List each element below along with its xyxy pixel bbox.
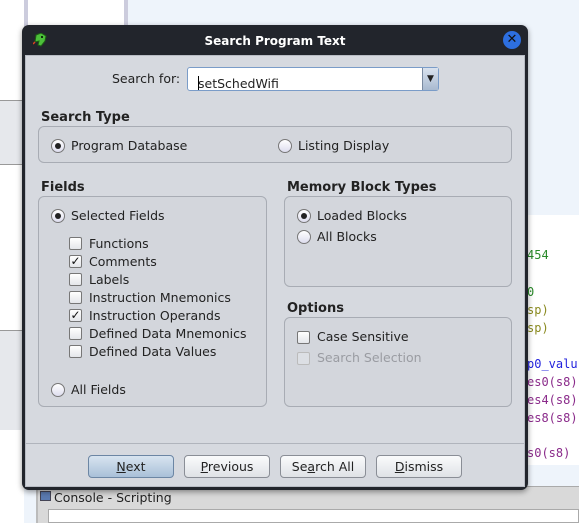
listing-display-radio[interactable] [278,139,292,153]
dropdown-arrow-icon[interactable]: ▼ [422,68,438,90]
case-sensitive-label: Case Sensitive [317,329,409,344]
all-blocks-radio[interactable] [297,230,311,244]
search-selection-label: Search Selection [317,350,422,365]
loaded-blocks-label: Loaded Blocks [317,208,407,223]
dialog-content: Search for: setSchedWifi ▼ Search Type P… [25,55,525,487]
code-line: es8(s8) [527,411,578,425]
all-fields-radio[interactable] [51,383,65,397]
divider [26,443,524,444]
dismiss-button[interactable]: Dismiss [376,455,462,478]
search-all-button[interactable]: Search All [280,455,366,478]
options-group: Case Sensitive Search Selection [284,317,512,407]
search-type-group: Program Database Listing Display [38,126,512,163]
defined-data-mnemonics-checkbox[interactable] [69,327,82,340]
case-sensitive-checkbox[interactable] [297,331,310,344]
console-title: Console - Scripting [54,490,172,505]
program-database-radio[interactable] [51,139,65,153]
defined-data-values-label: Defined Data Values [89,344,217,359]
functions-label: Functions [89,236,149,251]
monitor-icon [40,491,51,501]
search-type-heading: Search Type [41,110,130,125]
instruction-operands-label: Instruction Operands [89,308,221,323]
memory-block-types-group: Loaded Blocks All Blocks [284,196,512,287]
search-for-label: Search for: [112,71,181,86]
all-fields-label: All Fields [71,382,126,397]
code-line: es0(s8) [527,375,578,389]
code-line: es4(s8) [527,393,578,407]
labels-checkbox[interactable] [69,273,82,286]
code-listing: 454 0 sp) sp) p0_valu es0(s8) es4(s8) es… [527,215,579,465]
background-panel [0,330,24,430]
options-heading: Options [287,301,344,316]
instruction-operands-checkbox[interactable]: ✓ [69,309,82,322]
defined-data-mnemonics-label: Defined Data Mnemonics [89,326,247,341]
code-line: 0 [527,285,535,299]
defined-data-values-checkbox[interactable] [69,345,82,358]
program-database-label: Program Database [71,138,188,153]
fields-group: Selected Fields Functions ✓ Comments Labe… [38,196,267,407]
search-value: setSchedWifi [198,76,279,91]
search-selection-checkbox [297,352,310,365]
background-toolbar [0,100,24,165]
dialog-title: Search Program Text [204,34,346,48]
next-button[interactable]: Next [88,455,174,478]
instruction-mnemonics-label: Instruction Mnemonics [89,290,231,305]
close-icon[interactable]: ✕ [503,31,521,49]
selected-fields-label: Selected Fields [71,208,165,223]
code-line: sp) [527,303,549,317]
labels-label: Labels [89,272,130,287]
code-line: 454 [527,248,549,262]
code-line: sp) [527,321,549,335]
selected-fields-radio[interactable] [51,209,65,223]
console-body [48,509,579,523]
background-panel [0,0,24,523]
functions-checkbox[interactable] [69,237,82,250]
code-line: s0(s8) [527,446,571,460]
code-line: p0_valu [527,357,578,371]
listing-display-label: Listing Display [298,138,390,153]
loaded-blocks-radio[interactable] [297,209,311,223]
search-dialog: Search Program Text ✕ Search for: setSch… [22,25,528,490]
comments-label: Comments [89,254,157,269]
previous-button[interactable]: Previous [184,455,270,478]
fields-heading: Fields [41,180,85,195]
instruction-mnemonics-checkbox[interactable] [69,291,82,304]
console-panel: Console - Scripting [36,486,579,523]
comments-checkbox[interactable]: ✓ [69,255,82,268]
search-combobox[interactable]: setSchedWifi ▼ [187,67,439,91]
memory-block-types-heading: Memory Block Types [287,180,437,195]
all-blocks-label: All Blocks [317,229,377,244]
